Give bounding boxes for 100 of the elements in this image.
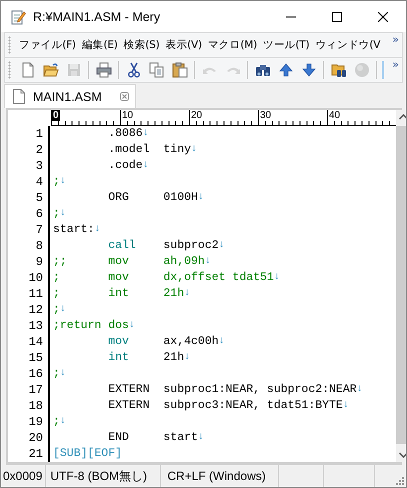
line-end-mark: ↓ bbox=[60, 207, 66, 221]
folder-binoculars-icon bbox=[330, 62, 346, 78]
window-title: R:¥MAIN1.ASM - Mery bbox=[33, 10, 162, 24]
line-end-mark: ↓ bbox=[184, 287, 190, 301]
line-end-mark: ↓ bbox=[342, 399, 349, 413]
code-operand: ax,4c00h bbox=[163, 334, 219, 350]
line-end-mark: ↓ bbox=[356, 383, 363, 397]
scroll-down-icon[interactable] bbox=[399, 452, 406, 458]
code-instruction: mov bbox=[108, 270, 130, 286]
line-number: 18 bbox=[8, 398, 50, 414]
code-instruction: .code bbox=[108, 158, 143, 174]
ruler-label: 0 bbox=[52, 110, 60, 121]
clipboard-icon bbox=[172, 62, 188, 78]
folder-icon bbox=[42, 62, 58, 78]
close-icon bbox=[378, 12, 388, 22]
code-instruction: int bbox=[108, 350, 130, 366]
code-instruction: mov bbox=[108, 254, 130, 270]
line-number: 19 bbox=[8, 414, 50, 430]
menu-item[interactable]: 表示(V) bbox=[162, 38, 205, 52]
menu-item[interactable]: 検索(S) bbox=[120, 38, 163, 52]
line-end-mark: ↓ bbox=[274, 271, 280, 285]
toolbar-overflow-chevron[interactable]: » bbox=[389, 58, 402, 72]
printer-icon bbox=[96, 62, 112, 78]
code-operand: subproc2 bbox=[163, 238, 219, 254]
menu-item[interactable]: ウィンドウ(V bbox=[312, 38, 384, 52]
code-operand: 21h bbox=[163, 350, 184, 366]
line-end-mark: ↓ bbox=[128, 319, 135, 333]
code-instruction: call bbox=[108, 238, 137, 254]
ruler-label: 20 bbox=[190, 110, 204, 121]
code-instruction: .8086 bbox=[108, 126, 143, 142]
menu-item[interactable]: 編集(E) bbox=[78, 38, 121, 52]
line-end-mark: ↓ bbox=[60, 367, 66, 381]
line-number: 5 bbox=[8, 190, 50, 206]
code-label: ; bbox=[53, 206, 60, 222]
code-instruction: END bbox=[108, 430, 130, 446]
notepad-pencil-icon bbox=[10, 8, 26, 24]
line-number: 6 bbox=[8, 206, 50, 222]
line-end-mark: ↓ bbox=[60, 303, 66, 317]
code-label: [SUB][EOF] bbox=[53, 446, 122, 462]
copy-icon bbox=[148, 62, 164, 78]
binoculars-icon bbox=[254, 62, 270, 78]
line-number: 9 bbox=[8, 254, 50, 270]
scroll-up-icon[interactable] bbox=[399, 114, 406, 120]
menu-item[interactable]: ツール(T) bbox=[260, 38, 312, 52]
code-label: ; bbox=[53, 414, 60, 430]
file-tab[interactable]: MAIN1.ASM bbox=[4, 84, 136, 108]
menu-item[interactable]: ファイル(F) bbox=[16, 38, 79, 52]
code-label: ; bbox=[53, 286, 61, 302]
line-end-mark: ↓ bbox=[204, 255, 211, 269]
down-arrow-icon bbox=[300, 62, 316, 78]
resize-grip-icon[interactable] bbox=[394, 475, 404, 485]
code-operand: ah,09h bbox=[163, 254, 205, 270]
line-number: 13 bbox=[8, 318, 50, 334]
code-operand: tiny bbox=[163, 142, 192, 158]
line-end-mark: ↓ bbox=[142, 127, 149, 141]
code-operand: start bbox=[163, 430, 198, 446]
line-end-mark: ↓ bbox=[198, 431, 204, 445]
ruler-label: 40 bbox=[328, 110, 342, 121]
globe-icon bbox=[354, 62, 370, 78]
line-end-mark: ↓ bbox=[184, 351, 190, 365]
line-number: 4 bbox=[8, 174, 50, 190]
code-label: ; bbox=[53, 174, 60, 190]
line-number: 3 bbox=[8, 158, 50, 174]
line-end-mark: ↓ bbox=[94, 223, 100, 237]
tab-label: MAIN1.ASM bbox=[33, 90, 102, 104]
line-number: 20 bbox=[8, 430, 50, 446]
line-end-mark: ↓ bbox=[60, 415, 66, 429]
line-number: 15 bbox=[8, 350, 50, 366]
line-number: 1 bbox=[8, 126, 50, 142]
code-instruction: mov bbox=[108, 334, 130, 350]
line-number: 2 bbox=[8, 142, 50, 158]
line-number: 11 bbox=[8, 286, 50, 302]
code-instruction: EXTERN bbox=[108, 382, 151, 398]
code-operand: subproc3:NEAR, tdat51:BYTE bbox=[163, 398, 343, 414]
scissors-icon bbox=[126, 62, 142, 78]
code-operand: 21h bbox=[163, 286, 184, 302]
line-end-mark: ↓ bbox=[198, 191, 204, 205]
line-end-mark: ↓ bbox=[60, 175, 66, 189]
blank-page-icon bbox=[20, 62, 36, 78]
line-number: 10 bbox=[8, 270, 50, 286]
ruler-label: 10 bbox=[121, 110, 134, 121]
code-label: ; bbox=[53, 270, 61, 286]
cursor-position: 0x0009 bbox=[1, 465, 46, 487]
code-instruction: int bbox=[108, 286, 130, 302]
code-label: ;return dos bbox=[53, 318, 129, 334]
line-number: 17 bbox=[8, 382, 50, 398]
menu-overflow-chevron[interactable]: » bbox=[389, 33, 402, 47]
code-label: start: bbox=[53, 222, 94, 238]
code-instruction: .model bbox=[108, 142, 151, 158]
line-end-mark: ↓ bbox=[218, 335, 225, 349]
line-number: 21 bbox=[8, 446, 50, 462]
close-icon[interactable] bbox=[120, 92, 129, 101]
encoding-status: UTF-8 (BOM無し) bbox=[46, 465, 162, 487]
code-label: ;; bbox=[53, 254, 68, 270]
line-number: 12 bbox=[8, 302, 50, 318]
maximize-icon bbox=[332, 12, 342, 22]
document-icon bbox=[13, 89, 25, 104]
line-number: 8 bbox=[8, 238, 50, 254]
code-label: ; bbox=[53, 366, 60, 382]
menu-item[interactable]: マクロ(M) bbox=[204, 38, 260, 52]
